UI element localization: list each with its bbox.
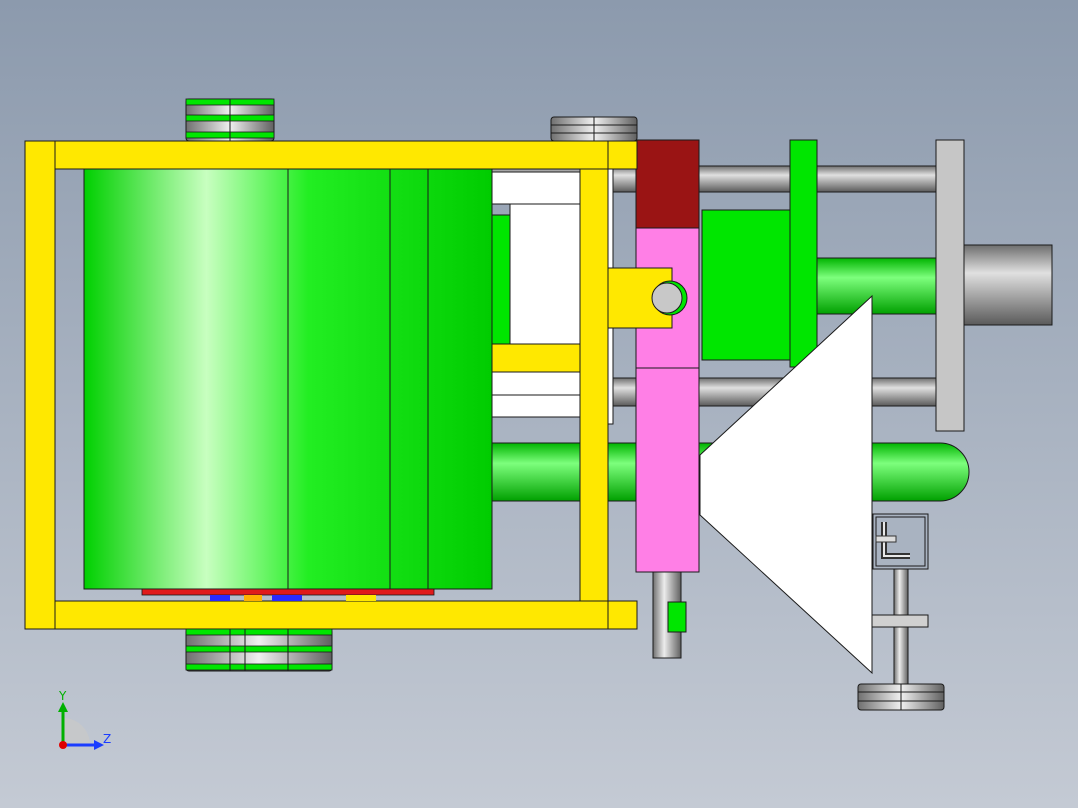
support-bracket: [872, 513, 929, 570]
green-drum: [83, 168, 493, 590]
vertical-support-rod: [893, 568, 909, 690]
frame-right-bar: [579, 168, 609, 602]
white-guide-upper: [489, 171, 583, 205]
motor-cylinder: [963, 244, 1053, 326]
triad-label-y: Y: [58, 689, 67, 703]
dark-red-cap: [635, 139, 700, 229]
green-side-plate: [789, 139, 818, 368]
cad-viewport[interactable]: Y Z: [0, 0, 1078, 808]
pulley-bottom-right: [857, 683, 945, 711]
slider-pin-collar: [667, 601, 687, 633]
green-inner-tab: [489, 214, 511, 346]
frame-left-bar: [24, 140, 56, 630]
rod-collar: [871, 614, 929, 628]
pulley-bottom-left: [185, 628, 333, 672]
frame-top-bar: [24, 140, 638, 170]
green-drive-shaft: [811, 257, 941, 315]
white-block: [509, 203, 583, 345]
pink-slider-lower: [635, 367, 700, 573]
pulley-top-right: [550, 116, 638, 142]
yellow-inner-bar: [489, 343, 583, 373]
pulley-top-left: [185, 98, 275, 142]
triad-x-axis: [59, 741, 67, 749]
lever-pivot: [651, 282, 683, 314]
end-plate: [935, 139, 965, 432]
frame-bottom-bar: [24, 600, 638, 630]
green-motor-block: [701, 209, 791, 361]
triad-label-z: Z: [103, 732, 111, 746]
